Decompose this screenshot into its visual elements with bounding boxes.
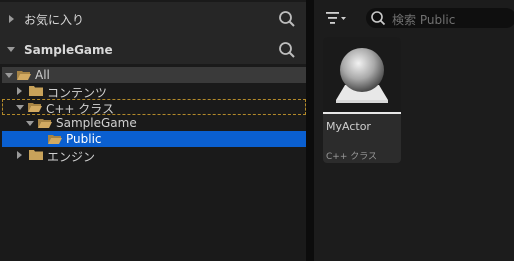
asset-tile-myactor[interactable]: MyActor C++ クラス <box>323 37 401 163</box>
tree-item-engine[interactable]: エンジン <box>2 147 306 164</box>
tree-item-samplegame[interactable]: SampleGame <box>2 115 306 131</box>
folder-icon <box>29 86 43 96</box>
open-folder-icon <box>38 119 52 128</box>
collapse-arrow-icon[interactable] <box>16 105 24 110</box>
asset-thumbnail <box>323 37 401 112</box>
tree-item-public[interactable]: Public <box>2 131 306 147</box>
open-folder-icon <box>17 71 31 80</box>
search-placeholder: 検索 Public <box>392 13 456 27</box>
panel-splitter[interactable] <box>306 0 314 261</box>
collapse-arrow-icon[interactable] <box>7 47 15 52</box>
project-title: SampleGame <box>24 43 113 57</box>
tree-item-cpp-classes[interactable]: C++ クラス <box>2 99 306 116</box>
tree-label: Public <box>66 132 102 146</box>
tree-label: SampleGame <box>56 116 137 130</box>
tree-label: All <box>35 68 50 82</box>
sphere-actor-icon <box>336 48 388 103</box>
project-header[interactable]: SampleGame <box>0 36 306 64</box>
tree-item-contents[interactable]: コンテンツ <box>2 83 306 100</box>
asset-name: MyActor <box>326 120 371 133</box>
open-folder-icon <box>48 135 62 144</box>
favorites-header[interactable]: お気に入り <box>0 2 306 36</box>
search-input[interactable]: 検索 Public <box>366 8 514 28</box>
collapse-arrow-icon[interactable] <box>26 121 34 126</box>
expand-arrow-icon[interactable] <box>17 87 22 95</box>
expand-arrow-icon[interactable] <box>17 151 22 159</box>
tree-label: エンジン <box>47 150 96 164</box>
sources-panel: お気に入り SampleGame All コンテンツ C++ クラス Sampl… <box>0 0 306 261</box>
tree-item-all[interactable]: All <box>2 67 306 83</box>
search-icon[interactable] <box>278 41 296 59</box>
search-icon[interactable] <box>278 10 296 28</box>
filter-icon[interactable] <box>326 10 346 26</box>
collapse-arrow-icon[interactable] <box>5 73 13 78</box>
asset-type-bar <box>323 112 401 114</box>
asset-view: 検索 Public MyActor C++ クラス <box>314 0 514 261</box>
folder-icon <box>29 150 43 160</box>
open-folder-icon <box>28 103 42 112</box>
favorites-title: お気に入り <box>24 13 85 27</box>
search-icon <box>371 11 386 26</box>
expand-arrow-icon[interactable] <box>9 15 14 23</box>
asset-type: C++ クラス <box>326 152 378 162</box>
